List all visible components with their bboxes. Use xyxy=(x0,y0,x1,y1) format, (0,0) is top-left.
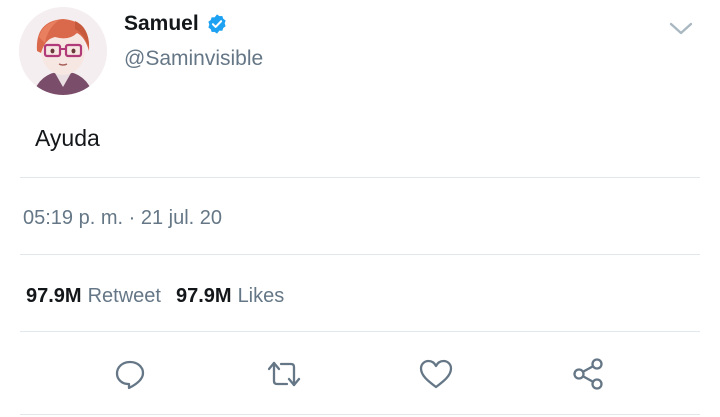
reply-button[interactable] xyxy=(112,356,148,392)
engagement-stats: 97.9M Retweet 97.9M Likes xyxy=(26,283,284,309)
likes-label: Likes xyxy=(237,285,285,307)
verified-badge-icon xyxy=(206,13,228,35)
divider xyxy=(20,331,700,332)
share-button[interactable] xyxy=(570,356,606,392)
retweets-count: 97.9M xyxy=(26,285,82,307)
name-row: Samuel xyxy=(124,10,228,38)
avatar-image xyxy=(19,7,107,95)
divider xyxy=(20,254,700,255)
like-button[interactable] xyxy=(418,356,454,392)
divider xyxy=(20,414,700,415)
chevron-down-icon[interactable] xyxy=(668,16,694,40)
speech-bubble-icon xyxy=(115,360,145,390)
likes-stat[interactable]: 97.9M Likes xyxy=(176,283,284,309)
tweet-text: Ayuda xyxy=(35,125,100,151)
share-nodes-icon xyxy=(573,358,603,390)
divider xyxy=(20,177,700,178)
retweet-button[interactable] xyxy=(266,356,302,392)
likes-count: 97.9M xyxy=(175,285,232,307)
user-handle[interactable]: @Saminvisible xyxy=(124,46,263,72)
retweets-stat[interactable]: 97.9M Retweet xyxy=(26,283,161,309)
display-name[interactable]: Samuel xyxy=(124,10,199,38)
retweet-arrows-icon xyxy=(267,361,301,387)
heart-icon xyxy=(419,359,453,389)
tweet-timestamp[interactable]: 05:19 p. m. · 21 jul. 20 xyxy=(23,205,222,231)
tweet-card: Samuel @Saminvisible Ayuda 05:19 p. m. ·… xyxy=(0,0,720,417)
retweets-label: Retweet xyxy=(87,285,161,307)
avatar[interactable] xyxy=(19,7,107,95)
